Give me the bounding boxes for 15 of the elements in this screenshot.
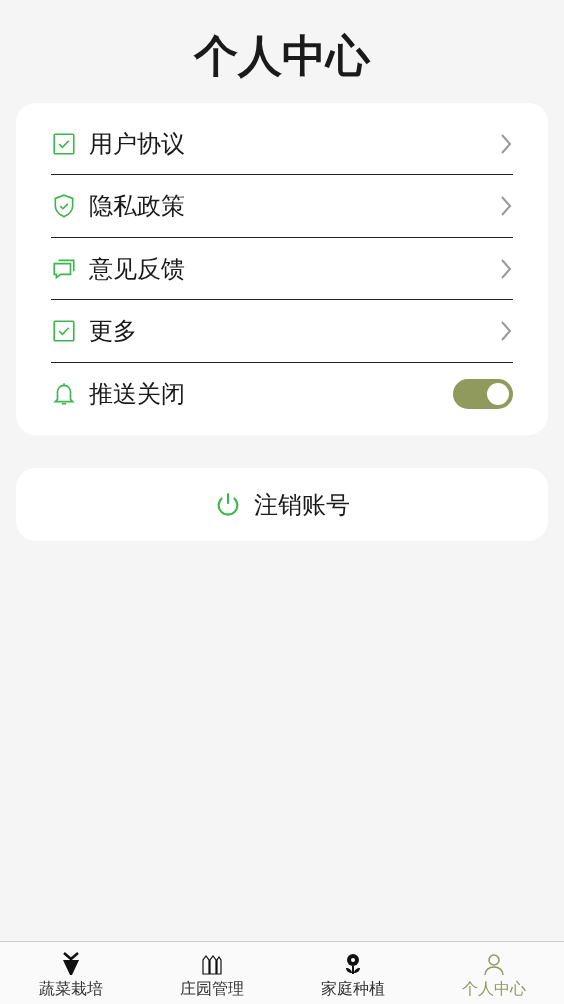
toggle-switch[interactable] — [453, 379, 513, 410]
checkbox-icon — [51, 130, 77, 157]
menu-item-label[interactable]: 推送关闭 — [89, 376, 453, 413]
tab[interactable]: 蔬菜栽培 — [0, 942, 141, 1004]
bell-icon — [51, 381, 77, 408]
menu-item-label[interactable]: 更多 — [89, 313, 499, 350]
logout-button[interactable]: 注销账号 — [16, 468, 548, 542]
person-icon — [481, 952, 506, 977]
tab[interactable]: 家庭种植 — [282, 942, 423, 1004]
menu-item-label[interactable]: 意见反馈 — [89, 250, 499, 287]
page-title: 个人中心 — [192, 30, 372, 83]
checkbox-icon — [51, 318, 77, 345]
menu-item-label[interactable]: 隐私政策 — [89, 188, 499, 225]
menu-item-label[interactable]: 用户协议 — [89, 125, 499, 162]
tab[interactable]: 庄园管理 — [141, 942, 282, 1004]
